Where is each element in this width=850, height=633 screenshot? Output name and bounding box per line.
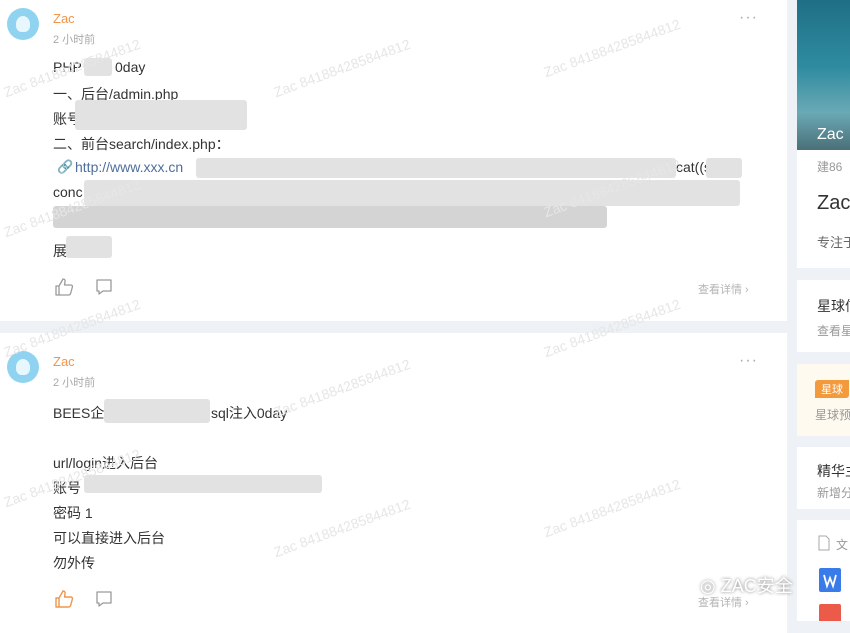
banner-name: Zac [817, 126, 844, 143]
files-label: 文 [836, 538, 849, 552]
post-link[interactable]: http://www.xxx.cn [75, 159, 183, 175]
post-line: 密码 1 [53, 505, 93, 521]
redacted-block [53, 206, 607, 228]
author-name[interactable]: Zac [53, 354, 75, 369]
planet-info-subtitle: 查看星 [817, 324, 850, 338]
profile-name: Zac [817, 192, 850, 214]
comment-icon[interactable] [94, 277, 114, 297]
planet-preview-text: 星球预 [815, 408, 850, 422]
author-name[interactable]: Zac [53, 11, 75, 26]
group-banner[interactable]: Zac [797, 0, 850, 150]
post-card: Zac 2 小时前 ··· BEES企 sql注入0day url/login进… [0, 333, 787, 633]
post-line: BEES企 [53, 405, 105, 421]
author-avatar[interactable] [7, 351, 39, 383]
wechat-icon: ◎ [700, 576, 716, 596]
post-line: conc [53, 184, 83, 200]
pdf-file-icon[interactable] [819, 604, 841, 621]
sidebar: Zac 建86 Zac 专注于 星球信 查看星 星球 星球预 精华主 新增分 文 [797, 0, 850, 621]
more-options-icon[interactable]: ··· [739, 352, 758, 370]
redacted-block [104, 399, 210, 423]
post-line: PHP [53, 59, 82, 75]
redacted-block [84, 475, 322, 493]
planet-info-card[interactable]: 星球信 查看星 [797, 280, 850, 352]
comment-icon[interactable] [94, 589, 114, 609]
redacted-block [66, 236, 112, 258]
post-time: 2 小时前 [53, 377, 96, 389]
post-line: url/login进入后台 [53, 455, 159, 471]
word-file-icon[interactable] [819, 568, 841, 592]
link-icon: 🔗 [57, 159, 74, 174]
planet-badge: 星球 [815, 380, 849, 398]
profile-description: 专注于 [817, 235, 850, 250]
more-options-icon[interactable]: ··· [739, 9, 758, 27]
redacted-block [706, 158, 742, 178]
post-line: 二、前台search/index.php： [53, 136, 230, 152]
essence-subtitle: 新增分 [817, 486, 850, 500]
author-avatar[interactable] [7, 8, 39, 40]
file-icon [818, 535, 830, 551]
post-card: Zac 2 小时前 ··· PHP 0day 一、后台/admin.php 账号… [0, 0, 787, 321]
brand-watermark: ◎ ZAC安全 [700, 572, 793, 598]
redacted-block [196, 158, 676, 178]
feed: Zac 2 小时前 ··· PHP 0day 一、后台/admin.php 账号… [0, 0, 787, 633]
redacted-block [84, 58, 112, 76]
redacted-block [75, 100, 247, 130]
planet-info-title: 星球信 [817, 298, 850, 314]
files-card: 文 [797, 520, 850, 621]
post-line: 账号 [53, 480, 81, 496]
post-time: 2 小时前 [53, 34, 96, 46]
view-details-link[interactable]: 查看详情 › [698, 281, 749, 297]
like-icon[interactable] [54, 589, 74, 609]
like-icon[interactable] [54, 277, 74, 297]
post-line: 展 [53, 243, 67, 259]
post-line: 勿外传 [53, 555, 95, 571]
brand-name: ZAC安全 [720, 576, 793, 596]
planet-preview-card[interactable]: 星球 星球预 [797, 364, 850, 436]
post-line: 0day [115, 59, 146, 75]
redacted-block [84, 180, 740, 206]
profile-subtitle: 建86 [817, 160, 843, 174]
post-line: sql注入0day [211, 405, 288, 421]
essence-title: 精华主 [817, 463, 850, 479]
post-line: 可以直接进入后台 [53, 530, 165, 546]
profile-card: 建86 Zac 专注于 [797, 150, 850, 268]
essence-card[interactable]: 精华主 新增分 [797, 447, 850, 509]
